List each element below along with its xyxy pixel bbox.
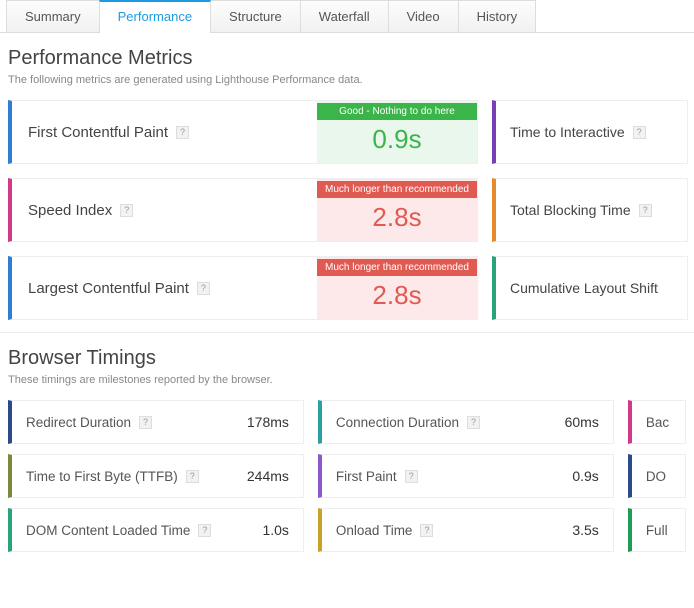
help-icon[interactable]: ? — [120, 204, 133, 217]
metric-card-speed-index[interactable]: Speed Index ? Much longer than recommend… — [8, 178, 478, 242]
tab-performance[interactable]: Performance — [99, 0, 211, 32]
bt-label: Bac — [646, 415, 669, 430]
metric-card-tti[interactable]: Time to Interactive ? — [492, 100, 688, 164]
metric-banner: Good - Nothing to do here — [317, 103, 477, 120]
performance-metrics-desc: The following metrics are generated usin… — [8, 74, 686, 86]
help-icon[interactable]: ? — [420, 524, 433, 537]
metric-card-tbt[interactable]: Total Blocking Time ? — [492, 178, 688, 242]
tab-summary[interactable]: Summary — [6, 0, 100, 32]
help-icon[interactable]: ? — [198, 524, 211, 537]
bt-label: Full — [646, 523, 668, 538]
metric-label: Time to Interactive — [510, 124, 625, 140]
help-icon[interactable]: ? — [197, 282, 210, 295]
performance-metrics-title: Performance Metrics — [8, 47, 686, 70]
help-icon[interactable]: ? — [405, 470, 418, 483]
bt-card-partial[interactable]: DO — [628, 454, 686, 498]
tab-history[interactable]: History — [458, 0, 536, 32]
help-icon[interactable]: ? — [633, 126, 646, 139]
bt-card-dom-content-loaded[interactable]: DOM Content Loaded Time? 1.0s — [8, 508, 304, 552]
bt-label: Redirect Duration — [26, 415, 131, 430]
help-icon[interactable]: ? — [186, 470, 199, 483]
bt-card-partial[interactable]: Full — [628, 508, 686, 552]
bt-label: Onload Time — [336, 523, 413, 538]
section-browser-timings: Browser Timings These timings are milest… — [0, 333, 694, 556]
metric-label: Largest Contentful Paint — [28, 280, 189, 297]
bt-card-connection[interactable]: Connection Duration? 60ms — [318, 400, 614, 444]
bt-card-onload[interactable]: Onload Time? 3.5s — [318, 508, 614, 552]
bt-value: 60ms — [565, 414, 599, 430]
bt-value: 178ms — [247, 414, 289, 430]
bt-label: Connection Duration — [336, 415, 459, 430]
tab-waterfall[interactable]: Waterfall — [300, 0, 389, 32]
tab-bar: Summary Performance Structure Waterfall … — [0, 0, 694, 33]
metric-value-lcp: Much longer than recommended 2.8s — [317, 257, 477, 319]
section-performance-metrics: Performance Metrics The following metric… — [0, 33, 694, 324]
metric-banner: Much longer than recommended — [317, 181, 477, 198]
bt-value: 244ms — [247, 468, 289, 484]
metric-label: Cumulative Layout Shift — [510, 280, 658, 296]
metric-banner: Much longer than recommended — [317, 259, 477, 276]
metric-card-lcp[interactable]: Largest Contentful Paint ? Much longer t… — [8, 256, 478, 320]
browser-timings-grid: Redirect Duration? 178ms Connection Dura… — [8, 400, 686, 552]
performance-metric-grid: First Contentful Paint ? Good - Nothing … — [8, 100, 686, 320]
browser-timings-title: Browser Timings — [8, 347, 686, 370]
bt-card-partial[interactable]: Bac — [628, 400, 686, 444]
help-icon[interactable]: ? — [139, 416, 152, 429]
bt-label: First Paint — [336, 469, 397, 484]
bt-value: 3.5s — [572, 522, 598, 538]
metric-number: 2.8s — [372, 198, 421, 239]
metric-value-speed-index: Much longer than recommended 2.8s — [317, 179, 477, 241]
bt-label: Time to First Byte (TTFB) — [26, 469, 178, 484]
bt-label: DOM Content Loaded Time — [26, 523, 190, 538]
tab-structure[interactable]: Structure — [210, 0, 301, 32]
bt-value: 0.9s — [572, 468, 598, 484]
bt-card-ttfb[interactable]: Time to First Byte (TTFB)? 244ms — [8, 454, 304, 498]
tab-video[interactable]: Video — [388, 0, 459, 32]
metric-label: First Contentful Paint — [28, 124, 168, 141]
help-icon[interactable]: ? — [639, 204, 652, 217]
bt-card-first-paint[interactable]: First Paint? 0.9s — [318, 454, 614, 498]
bt-value: 1.0s — [262, 522, 288, 538]
metric-value-fcp: Good - Nothing to do here 0.9s — [317, 101, 477, 163]
metric-card-cls[interactable]: Cumulative Layout Shift — [492, 256, 688, 320]
metric-number: 2.8s — [372, 276, 421, 317]
metric-card-fcp[interactable]: First Contentful Paint ? Good - Nothing … — [8, 100, 478, 164]
bt-label: DO — [646, 469, 666, 484]
browser-timings-desc: These timings are milestones reported by… — [8, 374, 686, 386]
bt-card-redirect[interactable]: Redirect Duration? 178ms — [8, 400, 304, 444]
help-icon[interactable]: ? — [467, 416, 480, 429]
metric-number: 0.9s — [372, 120, 421, 161]
help-icon[interactable]: ? — [176, 126, 189, 139]
metric-label: Speed Index — [28, 202, 112, 219]
metric-label: Total Blocking Time — [510, 202, 631, 218]
